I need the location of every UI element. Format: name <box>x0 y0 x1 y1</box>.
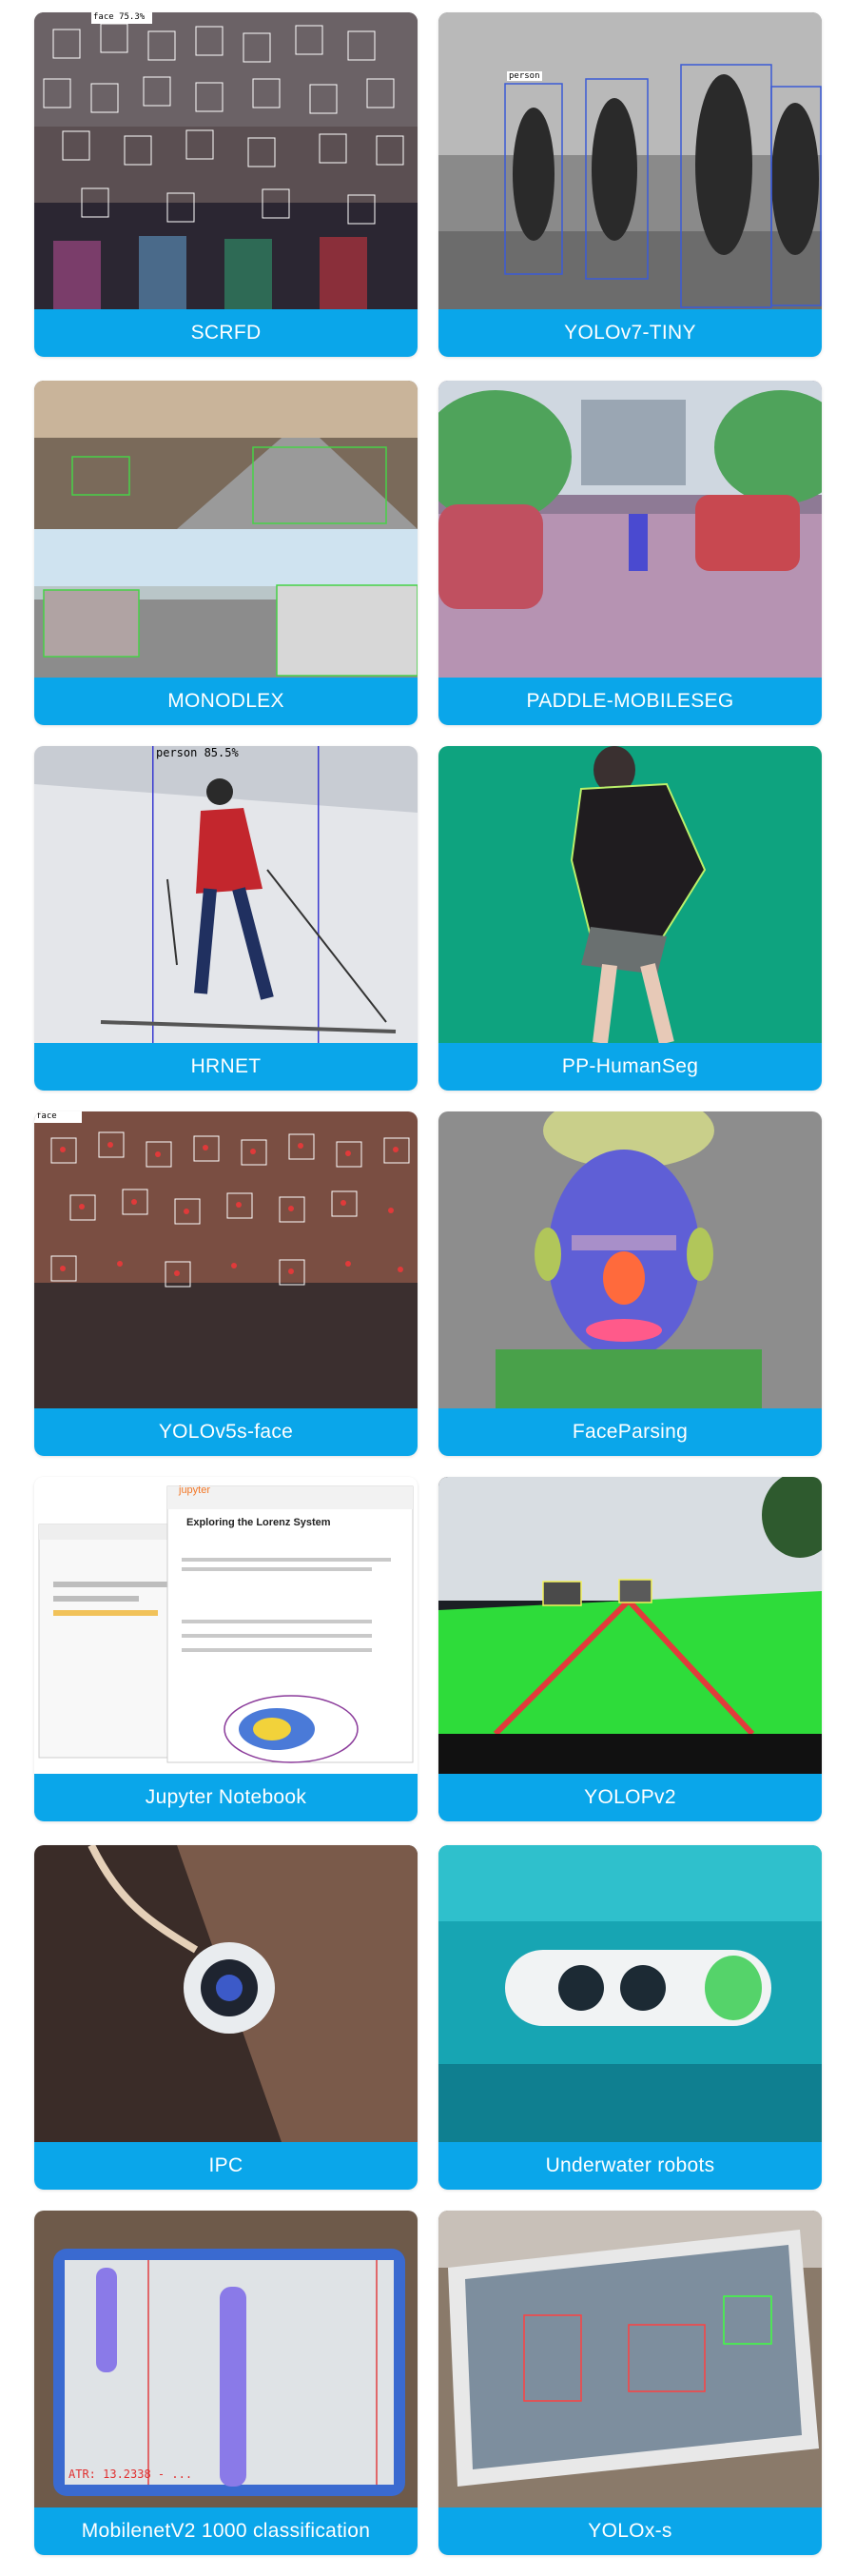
card-label-yolov5s-face: YOLOv5s-face <box>34 1408 418 1456</box>
card-faceparsing[interactable]: FaceParsing <box>438 1111 822 1456</box>
card-monodlex[interactable]: MONODLEX <box>34 381 418 725</box>
card-label-pp-humanseg: PP-HumanSeg <box>438 1043 822 1091</box>
card-yolov7-tiny[interactable]: person YOLOv7-TINY <box>438 12 822 357</box>
card-yolopv2[interactable]: YOLOPv2 <box>438 1477 822 1821</box>
yolov5s-face-demo-image: face <box>34 1111 418 1408</box>
yolov7-overlay-caption: person <box>507 71 542 81</box>
card-paddle-mobileseg[interactable]: PADDLE-MOBILESEG <box>438 381 822 725</box>
jupyter-logo-text: jupyter <box>179 1485 211 1496</box>
card-label-paddle-mobileseg: PADDLE-MOBILESEG <box>438 678 822 725</box>
card-label-mobilenetv2: MobilenetV2 1000 classification <box>34 2507 418 2555</box>
underwater-demo-image <box>438 1845 822 2142</box>
monodlex-demo-image <box>34 381 418 678</box>
card-underwater-robots[interactable]: Underwater robots <box>438 1845 822 2190</box>
card-label-yolopv2: YOLOPv2 <box>438 1774 822 1821</box>
card-ipc[interactable]: IPC <box>34 1845 418 2190</box>
mobilenetv2-overlay-caption: ATR: 13.2338 - ... <box>68 2468 193 2481</box>
card-label-jupyter-notebook: Jupyter Notebook <box>34 1774 418 1821</box>
humanseg-demo-image <box>438 746 822 1043</box>
card-mobilenetv2[interactable]: ATR: 13.2338 - ... MobilenetV2 1000 clas… <box>34 2211 418 2555</box>
card-jupyter-notebook[interactable]: jupyter Exploring the Lorenz System Jupy… <box>34 1477 418 1821</box>
card-scrfd[interactable]: face 75.3% SCRFD <box>34 12 418 357</box>
card-label-yolov7-tiny: YOLOv7-TINY <box>438 309 822 357</box>
mobileseg-demo-image <box>438 381 822 678</box>
ipc-demo-image <box>34 1845 418 2142</box>
card-label-yolox-s: YOLOx-s <box>438 2507 822 2555</box>
scrfd-overlay-caption: face 75.3% <box>93 12 146 22</box>
card-pp-humanseg[interactable]: PP-HumanSeg <box>438 746 822 1091</box>
jupyter-doc-title: Exploring the Lorenz System <box>186 1517 331 1528</box>
card-label-ipc: IPC <box>34 2142 418 2190</box>
jupyter-demo-image: jupyter Exploring the Lorenz System <box>34 1477 418 1774</box>
card-label-faceparsing: FaceParsing <box>438 1408 822 1456</box>
card-label-monodlex: MONODLEX <box>34 678 418 725</box>
card-label-hrnet: HRNET <box>34 1043 418 1091</box>
card-hrnet[interactable]: person 85.5% HRNET <box>34 746 418 1091</box>
card-label-scrfd: SCRFD <box>34 309 418 357</box>
scrfd-demo-image: face 75.3% <box>34 12 418 309</box>
hrnet-demo-image: person 85.5% <box>34 746 418 1043</box>
yolox-demo-image <box>438 2211 822 2507</box>
yolov5s-face-overlay-caption: face <box>36 1111 57 1121</box>
faceparsing-demo-image <box>438 1111 822 1408</box>
yolov7-demo-image: person <box>438 12 822 309</box>
card-yolox-s[interactable]: YOLOx-s <box>438 2211 822 2555</box>
card-label-underwater-robots: Underwater robots <box>438 2142 822 2190</box>
mobilenetv2-demo-image: ATR: 13.2338 - ... <box>34 2211 418 2507</box>
yolopv2-demo-image <box>438 1477 822 1774</box>
hrnet-overlay-caption: person 85.5% <box>156 746 239 759</box>
card-yolov5s-face[interactable]: face YOLOv5s-face <box>34 1111 418 1456</box>
